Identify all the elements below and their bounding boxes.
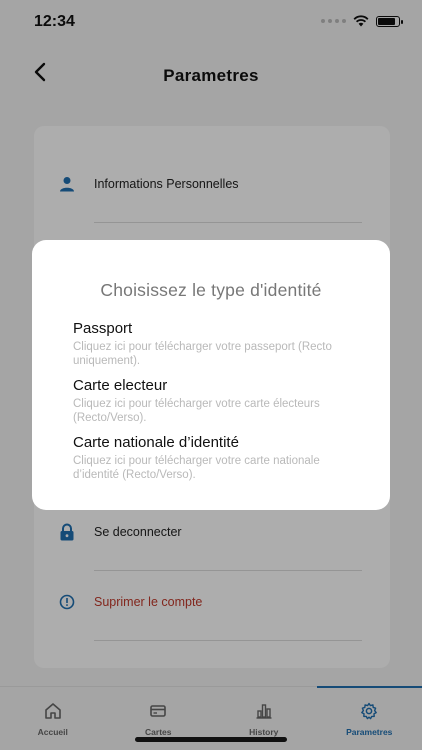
- option-description: Cliquez ici pour télécharger votre carte…: [73, 398, 320, 424]
- option-voter-card[interactable]: Carte electeur Cliquez ici pour téléchar…: [73, 377, 363, 425]
- option-national-id-card[interactable]: Carte nationale d’identité Cliquez ici p…: [73, 434, 363, 482]
- option-title: Carte nationale d’identité: [73, 434, 239, 451]
- option-title: Passport: [73, 320, 133, 337]
- identity-type-modal: Choisissez le type d'identité Passport C…: [32, 240, 390, 510]
- option-passport[interactable]: Passport Cliquez ici pour télécharger vo…: [73, 320, 363, 368]
- modal-title: Choisissez le type d'identité: [100, 280, 322, 300]
- option-description: Cliquez ici pour télécharger votre carte…: [73, 455, 320, 481]
- option-title: Carte electeur: [73, 377, 168, 394]
- home-indicator: [135, 737, 287, 742]
- option-description: Cliquez ici pour télécharger votre passe…: [73, 341, 332, 367]
